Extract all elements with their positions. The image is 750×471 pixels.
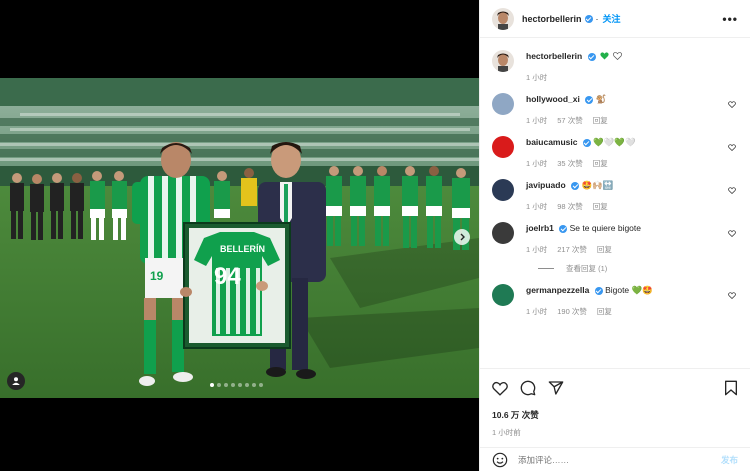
tagged-users-button[interactable] xyxy=(7,372,25,390)
commenter-avatar[interactable] xyxy=(492,93,514,115)
reply-button[interactable]: 回复 xyxy=(593,201,608,212)
caption-username[interactable]: hectorbellerin xyxy=(526,51,582,61)
verified-badge-icon xyxy=(585,95,594,104)
comment-input[interactable] xyxy=(518,454,698,465)
comment-like-icon[interactable] xyxy=(728,230,736,237)
reply-button[interactable]: 回复 xyxy=(597,244,612,255)
follow-button[interactable]: 关注 xyxy=(603,12,621,25)
save-bookmark-icon[interactable] xyxy=(724,380,738,396)
comments-list: hectorbellerin 1 小时 hollywood_xi 🐒 1 小时 57… xyxy=(480,38,750,368)
reply-button[interactable]: 回复 xyxy=(597,306,612,317)
post-comment-button[interactable]: 发布 xyxy=(721,454,738,466)
green-heart-icon xyxy=(600,52,609,60)
comment-likes[interactable]: 98 次赞 xyxy=(557,201,582,212)
verified-badge-icon xyxy=(594,286,603,295)
next-image-button[interactable] xyxy=(454,229,470,245)
comment-icon[interactable] xyxy=(520,380,536,396)
post-photo[interactable]: 19 BELLERÍN 94 xyxy=(0,78,479,398)
share-icon[interactable] xyxy=(548,380,564,396)
carousel-dot xyxy=(252,383,256,387)
comment-likes[interactable]: 190 次赞 xyxy=(557,306,587,317)
commenter-username[interactable]: joelrb1 xyxy=(526,223,554,233)
comment-likes[interactable]: 217 次赞 xyxy=(557,244,587,255)
reply-button[interactable]: 回复 xyxy=(593,158,608,169)
author-avatar[interactable] xyxy=(492,50,514,72)
comment-text: Bigote 💚🤩 xyxy=(605,285,653,295)
comment-like-icon[interactable] xyxy=(728,292,736,299)
carousel-dot xyxy=(259,383,263,387)
comment-likes[interactable]: 57 次赞 xyxy=(557,115,582,126)
author-avatar[interactable] xyxy=(492,7,514,30)
caption: hectorbellerin 1 小时 xyxy=(492,50,738,83)
carousel-dot xyxy=(210,383,214,387)
commenter-avatar[interactable] xyxy=(492,222,514,244)
user-icon xyxy=(12,377,20,385)
comment-time: 1 小时 xyxy=(526,116,548,125)
commenter-username[interactable]: germanpezzella xyxy=(526,285,589,295)
comment-likes[interactable]: 35 次赞 xyxy=(557,158,582,169)
comment-like-icon[interactable] xyxy=(728,101,736,108)
comment-time: 1 小时 xyxy=(526,245,548,254)
comment-time: 1 小时 xyxy=(526,202,548,211)
comment-item: joelrb1 Se te quiere bigote 1 小时 217 次赞 回复 xyxy=(492,222,738,255)
more-options-button[interactable]: ••• xyxy=(722,12,738,26)
commenter-username[interactable]: hollywood_xi xyxy=(526,94,580,104)
post-actions: 10.6 万 次赞 1 小时前 xyxy=(480,368,750,438)
commenter-avatar[interactable] xyxy=(492,179,514,201)
reply-button[interactable]: 回复 xyxy=(593,115,608,126)
verified-badge-icon xyxy=(582,138,591,147)
add-comment-bar: 发布 xyxy=(480,447,750,471)
carousel-dots xyxy=(210,383,263,387)
commenter-avatar[interactable] xyxy=(492,136,514,158)
comment-text: 🤩🙌🏼🔛 xyxy=(581,180,614,190)
comment-text: 🐒 xyxy=(595,94,607,104)
follow-separator: · xyxy=(595,13,599,24)
post-media: 19 BELLERÍN 94 xyxy=(0,0,479,471)
verified-badge-icon xyxy=(571,181,580,190)
verified-badge-icon xyxy=(587,52,596,61)
comment-like-icon[interactable] xyxy=(728,187,736,194)
replies-divider xyxy=(538,268,554,269)
commenter-avatar[interactable] xyxy=(492,284,514,306)
comment-text: 💚🤍💚🤍 xyxy=(593,137,636,147)
commenter-username[interactable]: javipuado xyxy=(526,180,566,190)
commenter-username[interactable]: baiucamusic xyxy=(526,137,578,147)
jersey-name: BELLERÍN xyxy=(220,244,265,254)
verified-badge-icon xyxy=(559,224,568,233)
post-time: 1 小时前 xyxy=(492,428,521,437)
framed-jersey: BELLERÍN 94 xyxy=(183,222,291,349)
stadium-photo: 19 BELLERÍN 94 xyxy=(0,78,479,398)
caption-text xyxy=(598,51,623,61)
player-number: 19 xyxy=(150,269,164,283)
white-heart-icon xyxy=(613,52,623,60)
carousel-dot xyxy=(245,383,249,387)
caption-time: 1 小时 xyxy=(526,73,548,82)
author-username[interactable]: hectorbellerin xyxy=(522,14,582,24)
carousel-dot xyxy=(231,383,235,387)
comment-like-icon[interactable] xyxy=(728,144,736,151)
comment-item: germanpezzella Bigote 💚🤩 1 小时 190 次赞 回复 xyxy=(492,284,738,317)
carousel-dot xyxy=(217,383,221,387)
comment-item: hollywood_xi 🐒 1 小时 57 次赞 回复 xyxy=(492,93,738,126)
jersey-number: 94 xyxy=(214,263,241,290)
carousel-dot xyxy=(238,383,242,387)
post-side-panel: hectorbellerin · 关注 ••• hectorbellerin 1… xyxy=(479,0,750,471)
post-header: hectorbellerin · 关注 ••• xyxy=(480,0,750,38)
comment-time: 1 小时 xyxy=(526,159,548,168)
comment-item: baiucamusic 💚🤍💚🤍 1 小时 35 次赞 回复 xyxy=(492,136,738,169)
instagram-post-modal: 19 BELLERÍN 94 hectorbellerin · 关注 ••• h… xyxy=(0,0,750,471)
comment-time: 1 小时 xyxy=(526,307,548,316)
like-count[interactable]: 10.6 万 次赞 xyxy=(492,409,738,421)
view-replies-label[interactable]: 查看回复 (1) xyxy=(566,263,607,274)
comment-item: javipuado 🤩🙌🏼🔛 1 小时 98 次赞 回复 xyxy=(492,179,738,212)
view-replies-button[interactable]: 查看回复 (1) xyxy=(538,263,738,274)
verified-badge-icon xyxy=(584,14,593,23)
like-heart-icon[interactable] xyxy=(492,381,508,396)
chevron-right-icon xyxy=(460,233,465,241)
emoji-icon[interactable] xyxy=(492,452,508,468)
carousel-dot xyxy=(224,383,228,387)
comment-text: Se te quiere bigote xyxy=(569,223,641,233)
